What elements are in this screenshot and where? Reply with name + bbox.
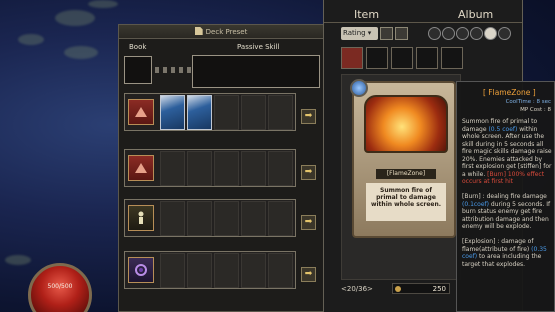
card-slot-empty[interactable] bbox=[160, 200, 185, 236]
card-slot-empty[interactable] bbox=[187, 252, 212, 288]
apply-row-button[interactable]: ➡ bbox=[301, 109, 316, 124]
card-slot-empty[interactable] bbox=[241, 200, 266, 236]
apply-row-button[interactable]: ➡ bbox=[301, 165, 316, 180]
item-slot[interactable] bbox=[341, 47, 363, 69]
card-artwork bbox=[364, 95, 448, 153]
background-cloud bbox=[18, 34, 44, 45]
filter-wind-icon[interactable] bbox=[456, 27, 469, 40]
filter-dark-icon[interactable] bbox=[498, 27, 511, 40]
apply-row-button[interactable]: ➡ bbox=[301, 267, 316, 282]
card-slot-empty[interactable] bbox=[214, 94, 239, 130]
deck-row bbox=[124, 149, 296, 187]
background-cloud bbox=[55, 10, 95, 26]
gold-counter: 250 bbox=[392, 283, 450, 294]
card-gem-icon bbox=[350, 79, 368, 97]
apply-row-button[interactable]: ➡ bbox=[301, 215, 316, 230]
deck-row bbox=[124, 199, 296, 237]
card-slot-filled[interactable] bbox=[160, 94, 185, 130]
card-slot-empty[interactable] bbox=[214, 150, 239, 186]
deck-preset-header: Deck Preset bbox=[119, 25, 323, 39]
desc-burn: [Burn] : dealing fire damage bbox=[462, 193, 547, 200]
filter-earth-icon[interactable] bbox=[470, 27, 483, 40]
card-slot-empty[interactable] bbox=[268, 150, 293, 186]
card-slot-empty[interactable] bbox=[241, 94, 266, 130]
card-slot-empty[interactable] bbox=[268, 252, 293, 288]
card-slot-empty[interactable] bbox=[187, 200, 212, 236]
item-slot[interactable] bbox=[366, 47, 388, 69]
tab-album[interactable]: Album bbox=[458, 8, 493, 21]
vortex-icon bbox=[135, 264, 147, 276]
deck-row bbox=[124, 93, 296, 131]
skill-slot-holy[interactable] bbox=[128, 205, 154, 231]
sort-select[interactable]: Rating ▾ bbox=[341, 27, 378, 40]
background-cloud bbox=[5, 255, 31, 265]
tabs-divider bbox=[324, 22, 522, 23]
card-slot-empty[interactable] bbox=[160, 150, 185, 186]
skill-detail-panel: [ FlameZone ] CoolTime : 8 sec MP Cost :… bbox=[456, 81, 555, 312]
book-column-label: Book bbox=[129, 43, 147, 51]
passive-skill-slot[interactable] bbox=[192, 55, 320, 88]
item-slot[interactable] bbox=[441, 47, 463, 69]
filter-fire-icon[interactable] bbox=[428, 27, 441, 40]
item-slot[interactable] bbox=[416, 47, 438, 69]
card-preview: [FlameZone] Summon fire of primal to dam… bbox=[350, 79, 456, 238]
card-slot-empty[interactable] bbox=[160, 252, 185, 288]
page-indicator: <20/36> bbox=[341, 285, 373, 293]
book-icon bbox=[135, 107, 147, 117]
desc-coef: (0.5 coef) bbox=[488, 125, 518, 133]
card-slot-empty[interactable] bbox=[187, 150, 212, 186]
filter-light-icon[interactable] bbox=[484, 27, 497, 40]
book-icon bbox=[135, 163, 147, 173]
filter-water-icon[interactable] bbox=[442, 27, 455, 40]
item-slot[interactable] bbox=[391, 47, 413, 69]
figure-icon bbox=[138, 211, 144, 224]
background-cloud bbox=[88, 0, 118, 8]
grid-view-button[interactable] bbox=[395, 27, 408, 40]
card-slot-empty[interactable] bbox=[268, 200, 293, 236]
card-slot-empty[interactable] bbox=[214, 252, 239, 288]
coin-icon bbox=[395, 286, 401, 292]
sort-select-label: Rating bbox=[343, 29, 366, 37]
card-slot-filled[interactable] bbox=[187, 94, 212, 130]
deck-row bbox=[124, 251, 296, 289]
passive-skill-column-label: Passive Skill bbox=[237, 43, 280, 51]
list-view-button[interactable] bbox=[380, 27, 393, 40]
skill-title: [ FlameZone ] bbox=[483, 88, 536, 97]
deck-icon bbox=[194, 27, 203, 35]
desc-coef: (0.1coef) bbox=[462, 200, 489, 208]
hp-text: 500/500 bbox=[47, 283, 73, 290]
cooltime-text: CoolTime : 8 sec bbox=[505, 99, 551, 105]
deck-preset-panel: Deck Preset Book Passive Skill ➡ ➡ ➡ ➡ bbox=[118, 24, 324, 312]
skill-slot-fire[interactable] bbox=[128, 155, 154, 181]
tab-item[interactable]: Item bbox=[354, 8, 379, 21]
book-slot[interactable] bbox=[124, 56, 152, 84]
card-slot-empty[interactable] bbox=[241, 252, 266, 288]
chain-decoration bbox=[153, 67, 191, 73]
card-name: [FlameZone] bbox=[376, 169, 436, 179]
card-description: Summon fire of primal to damage within w… bbox=[366, 183, 446, 221]
gold-amount: 250 bbox=[432, 285, 446, 293]
desc-explosion: [Explosion] : damage of flame(attribute … bbox=[462, 238, 534, 253]
skill-slot-fire[interactable] bbox=[128, 99, 154, 125]
card-slot-empty[interactable] bbox=[214, 200, 239, 236]
skill-slot-dark[interactable] bbox=[128, 257, 154, 283]
card-slot-empty[interactable] bbox=[268, 94, 293, 130]
background-cloud bbox=[64, 46, 98, 59]
mp-cost-text: MP Cost : 8 bbox=[520, 107, 551, 113]
skill-description: Summon fire of primal to damage (0.5 coe… bbox=[462, 118, 552, 268]
deck-preset-title: Deck Preset bbox=[205, 28, 248, 36]
card-slot-empty[interactable] bbox=[241, 150, 266, 186]
